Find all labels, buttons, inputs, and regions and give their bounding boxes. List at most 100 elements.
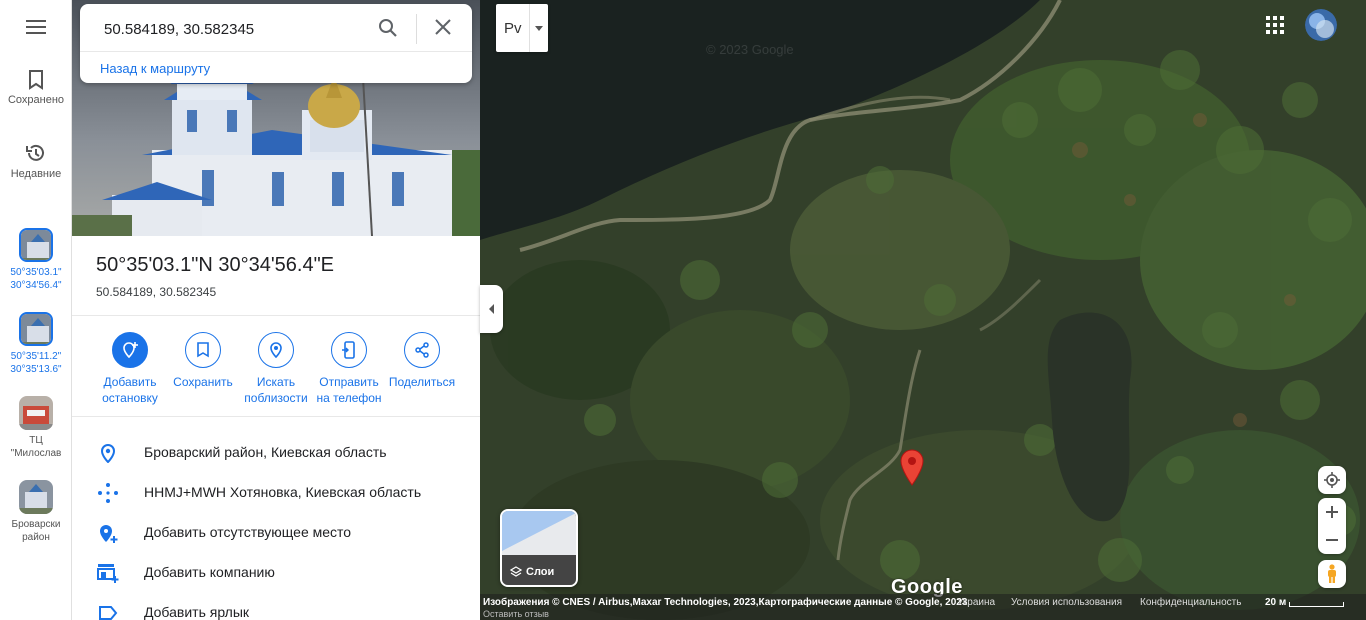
zoom-out-button[interactable] xyxy=(1318,526,1346,554)
search-input[interactable] xyxy=(104,14,374,44)
recent-item-line1: 50°35'03.1" xyxy=(10,267,62,278)
label-icon xyxy=(96,602,120,620)
search-divider xyxy=(416,14,417,44)
terms-link[interactable]: Условия использования xyxy=(1011,597,1122,608)
plus-code-text: HHMJ+MWH Хотяновка, Киевская область xyxy=(144,484,422,500)
recent-button[interactable]: Недавние xyxy=(0,142,72,180)
minus-icon xyxy=(1326,539,1338,541)
add-missing-place-text: Добавить отсутствующее место xyxy=(144,524,352,540)
map-watermark: © 2023 Google xyxy=(706,42,794,57)
action-label: поблизости xyxy=(244,391,308,405)
add-business-row[interactable]: Добавить компанию xyxy=(72,552,480,592)
send-to-phone-button[interactable]: Отправить на телефон xyxy=(310,332,388,406)
recent-item-line1: 50°35'11.2" xyxy=(10,351,62,362)
avatar[interactable] xyxy=(1305,9,1337,41)
search-nearby-button[interactable]: Искать поблизости xyxy=(237,332,315,406)
recent-item-line2: 30°34'56.4" xyxy=(10,280,62,291)
action-label: Отправить xyxy=(319,375,379,389)
place-subtitle: 50.584189, 30.582345 xyxy=(96,285,217,299)
bookmark-icon xyxy=(29,70,43,90)
hamburger-menu-icon xyxy=(26,20,46,34)
satellite-map[interactable] xyxy=(480,0,1366,620)
add-label-row[interactable]: Добавить ярлык xyxy=(72,592,480,620)
recent-thumbnail xyxy=(19,228,53,262)
left-rail: Сохранено Недавние 50°35'03.1" 30°34'56.… xyxy=(0,0,72,620)
recent-label: Недавние xyxy=(10,168,62,180)
chevron-left-icon xyxy=(488,304,494,314)
privacy-link[interactable]: Конфиденциальность xyxy=(1140,597,1241,608)
feedback-link[interactable]: Оставить отзыв xyxy=(483,609,549,619)
share-icon xyxy=(404,332,440,368)
plus-code-row[interactable]: HHMJ+MWH Хотяновка, Киевская область xyxy=(72,472,480,512)
place-panel: Назад к маршруту 50°35'03.1"N 30°34'56.4… xyxy=(72,0,480,620)
add-missing-place-row[interactable]: Добавить отсутствующее место xyxy=(72,512,480,552)
location-marker-icon[interactable] xyxy=(899,448,925,486)
google-maps-app: Сохранено Недавние 50°35'03.1" 30°34'56.… xyxy=(0,0,1366,620)
location-pin-icon xyxy=(96,442,120,464)
add-stop-button[interactable]: Добавить остановку xyxy=(91,332,169,406)
menu-button[interactable] xyxy=(0,18,72,40)
recent-item-1[interactable]: 50°35'03.1" 30°34'56.4" xyxy=(0,228,72,292)
plus-code-icon xyxy=(96,482,120,504)
recent-item-4[interactable]: Броварски район xyxy=(0,480,72,544)
attribution-text: Изображения © CNES / Airbus,Maxar Techno… xyxy=(483,597,968,608)
street-view-button[interactable] xyxy=(1318,560,1346,588)
nearby-icon xyxy=(258,332,294,368)
phone-icon xyxy=(331,332,367,368)
action-label: Поделиться xyxy=(388,375,456,389)
recent-thumbnail xyxy=(19,396,53,430)
my-location-icon xyxy=(1318,466,1346,494)
map-footer: Изображения © CNES / Airbus,Maxar Techno… xyxy=(480,594,1366,620)
save-button[interactable]: Сохранить xyxy=(164,332,242,390)
plus-icon xyxy=(1326,506,1338,518)
action-label: остановку xyxy=(102,391,158,405)
saved-label: Сохранено xyxy=(7,94,65,106)
collapse-panel-button[interactable] xyxy=(480,285,503,333)
zoom-controls xyxy=(1318,498,1346,554)
my-location-button[interactable] xyxy=(1318,466,1346,494)
layers-label-wrap: Слои xyxy=(510,566,554,578)
add-stop-icon xyxy=(112,332,148,368)
action-label: Добавить xyxy=(103,375,157,389)
add-business-icon xyxy=(96,562,120,584)
recent-item-line2: "Милослав xyxy=(10,448,62,459)
recent-item-line2: район xyxy=(22,532,50,543)
recent-thumbnail xyxy=(19,480,53,514)
action-label: Сохранить xyxy=(173,375,233,389)
language-label: Рv xyxy=(504,20,522,37)
apps-grid-icon[interactable] xyxy=(1266,16,1284,34)
pegman-icon xyxy=(1318,560,1346,588)
recent-item-2[interactable]: 50°35'11.2" 30°35'13.6" xyxy=(0,312,72,376)
share-button[interactable]: Поделиться xyxy=(383,332,461,390)
add-label-text: Добавить ярлык xyxy=(144,604,250,620)
add-business-text: Добавить компанию xyxy=(144,564,275,580)
language-dropdown[interactable]: Рv xyxy=(496,4,548,52)
recent-thumbnail xyxy=(19,312,53,346)
layers-button[interactable]: Слои xyxy=(500,509,578,587)
country-link[interactable]: Украина xyxy=(957,597,995,608)
zoom-in-button[interactable] xyxy=(1318,498,1346,526)
divider xyxy=(72,315,480,316)
bookmark-icon xyxy=(185,332,221,368)
layers-icon xyxy=(510,566,522,577)
layers-label: Слои xyxy=(526,566,555,578)
scale-label[interactable]: 20 м xyxy=(1265,597,1286,608)
chevron-down-icon xyxy=(529,4,548,52)
recent-item-line1: Броварски xyxy=(11,519,61,530)
search-icon[interactable] xyxy=(378,18,398,38)
recent-item-3[interactable]: ТЦ "Милослав xyxy=(0,396,72,460)
search-box: Назад к маршруту xyxy=(80,4,472,83)
recent-item-line1: ТЦ xyxy=(29,435,43,446)
recent-item-line2: 30°35'13.6" xyxy=(10,364,62,375)
history-icon xyxy=(26,144,44,161)
address-text: Броварский район, Киевская область xyxy=(144,444,387,460)
scale-bar xyxy=(1289,602,1344,607)
divider xyxy=(72,416,480,417)
saved-button[interactable]: Сохранено xyxy=(0,70,72,106)
action-label: на телефон xyxy=(316,391,382,405)
add-place-icon xyxy=(96,522,120,544)
back-to-route-link[interactable]: Назад к маршруту xyxy=(100,61,210,76)
action-label: Искать xyxy=(256,375,296,389)
address-row[interactable]: Броварский район, Киевская область xyxy=(72,432,480,472)
close-icon[interactable] xyxy=(434,18,452,36)
